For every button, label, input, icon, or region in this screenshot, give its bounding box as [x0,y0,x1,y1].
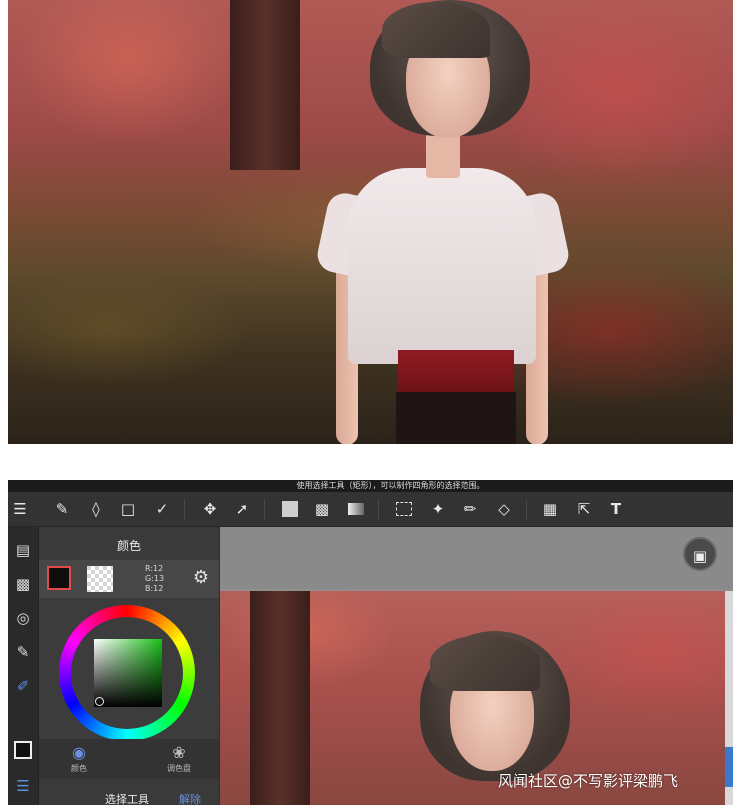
menu-icon[interactable]: ☰ [8,497,32,521]
foreground-color-swatch[interactable] [47,566,71,590]
pages-icon[interactable]: ▤ [12,539,34,561]
rectangle-icon[interactable]: □ [116,497,140,521]
panel-tabs: ◉ 颜色 ❀ 调色盘 [39,739,219,779]
paint-app-window: 使用选择工具（矩形），可以制作四角形的选择范围。 ☰ ✎ ◊ □ ✓ ✥ ➚ ▩… [8,480,733,805]
color-picker-handle[interactable] [95,697,104,706]
color-panel: 颜色 R:12 G:13 B:12 ⚙ ◉ 颜色 ❀ 调色盘 选择工具 解除 [39,527,219,805]
bucket-icon[interactable]: ▩ [310,497,334,521]
color-swatch-icon[interactable] [12,741,34,763]
color-tab-icon: ◉ [72,743,86,762]
brush-icon[interactable]: ✎ [50,497,74,521]
transform-icon[interactable]: ➚ [230,497,254,521]
tree-trunk [230,0,300,170]
pen-tool-icon[interactable]: ✓ [150,497,174,521]
film-still-photo [8,0,733,444]
text-icon[interactable]: T [604,497,628,521]
panel-title: 颜色 [116,539,141,553]
crop-icon[interactable]: ⇱ [572,497,596,521]
layer-move-icon[interactable]: ▦ [538,497,562,521]
side-panel-tab[interactable] [725,747,733,787]
tool-name-label: 选择工具 [105,793,149,805]
canvas-view-toggle-icon[interactable]: ▣ [683,537,717,571]
select-pen-icon[interactable]: ✏ [458,497,482,521]
release-selection-button[interactable]: 解除 [179,791,201,805]
hint-bar: 使用选择工具（矩形），可以制作四角形的选择范围。 [8,480,733,492]
saturation-value-square[interactable] [94,639,162,707]
gear-icon[interactable]: ⚙ [189,566,213,590]
tab-palette[interactable]: ❀ 调色盘 [149,743,209,774]
pen-icon[interactable]: ✐ [12,675,34,697]
selection-layer-icon[interactable]: ▩ [12,573,34,595]
left-rail: ▤ ▩ ◎ ✎ ✐ ☰ [8,527,39,805]
background-color-swatch[interactable] [87,566,113,592]
watermark-text: 风闻社区@不写影评梁鹏飞 [498,772,679,790]
select-rect-icon[interactable] [392,497,416,521]
palette-icon: ❀ [172,743,186,762]
magic-wand-icon[interactable]: ✦ [426,497,450,521]
ruler-icon[interactable]: ✎ [12,641,34,663]
canvas-area[interactable]: ▣ [220,527,733,805]
rgb-readout: R:12 G:13 B:12 [145,564,165,593]
tab-color[interactable]: ◉ 颜色 [49,743,109,774]
color-wheel[interactable] [39,599,219,741]
eraser-icon[interactable]: ◊ [84,497,108,521]
layers-list-icon[interactable]: ☰ [12,775,34,797]
move-icon[interactable]: ✥ [198,497,222,521]
toolbar: ☰ ✎ ◊ □ ✓ ✥ ➚ ▩ ✦ ✏ ◇ ▦ ⇱ T [8,492,733,527]
navigator-icon[interactable]: ◎ [12,607,34,629]
gradient-icon[interactable] [344,497,368,521]
select-eraser-icon[interactable]: ◇ [492,497,516,521]
woman-figure [308,0,608,444]
fill-square-icon[interactable] [278,497,302,521]
